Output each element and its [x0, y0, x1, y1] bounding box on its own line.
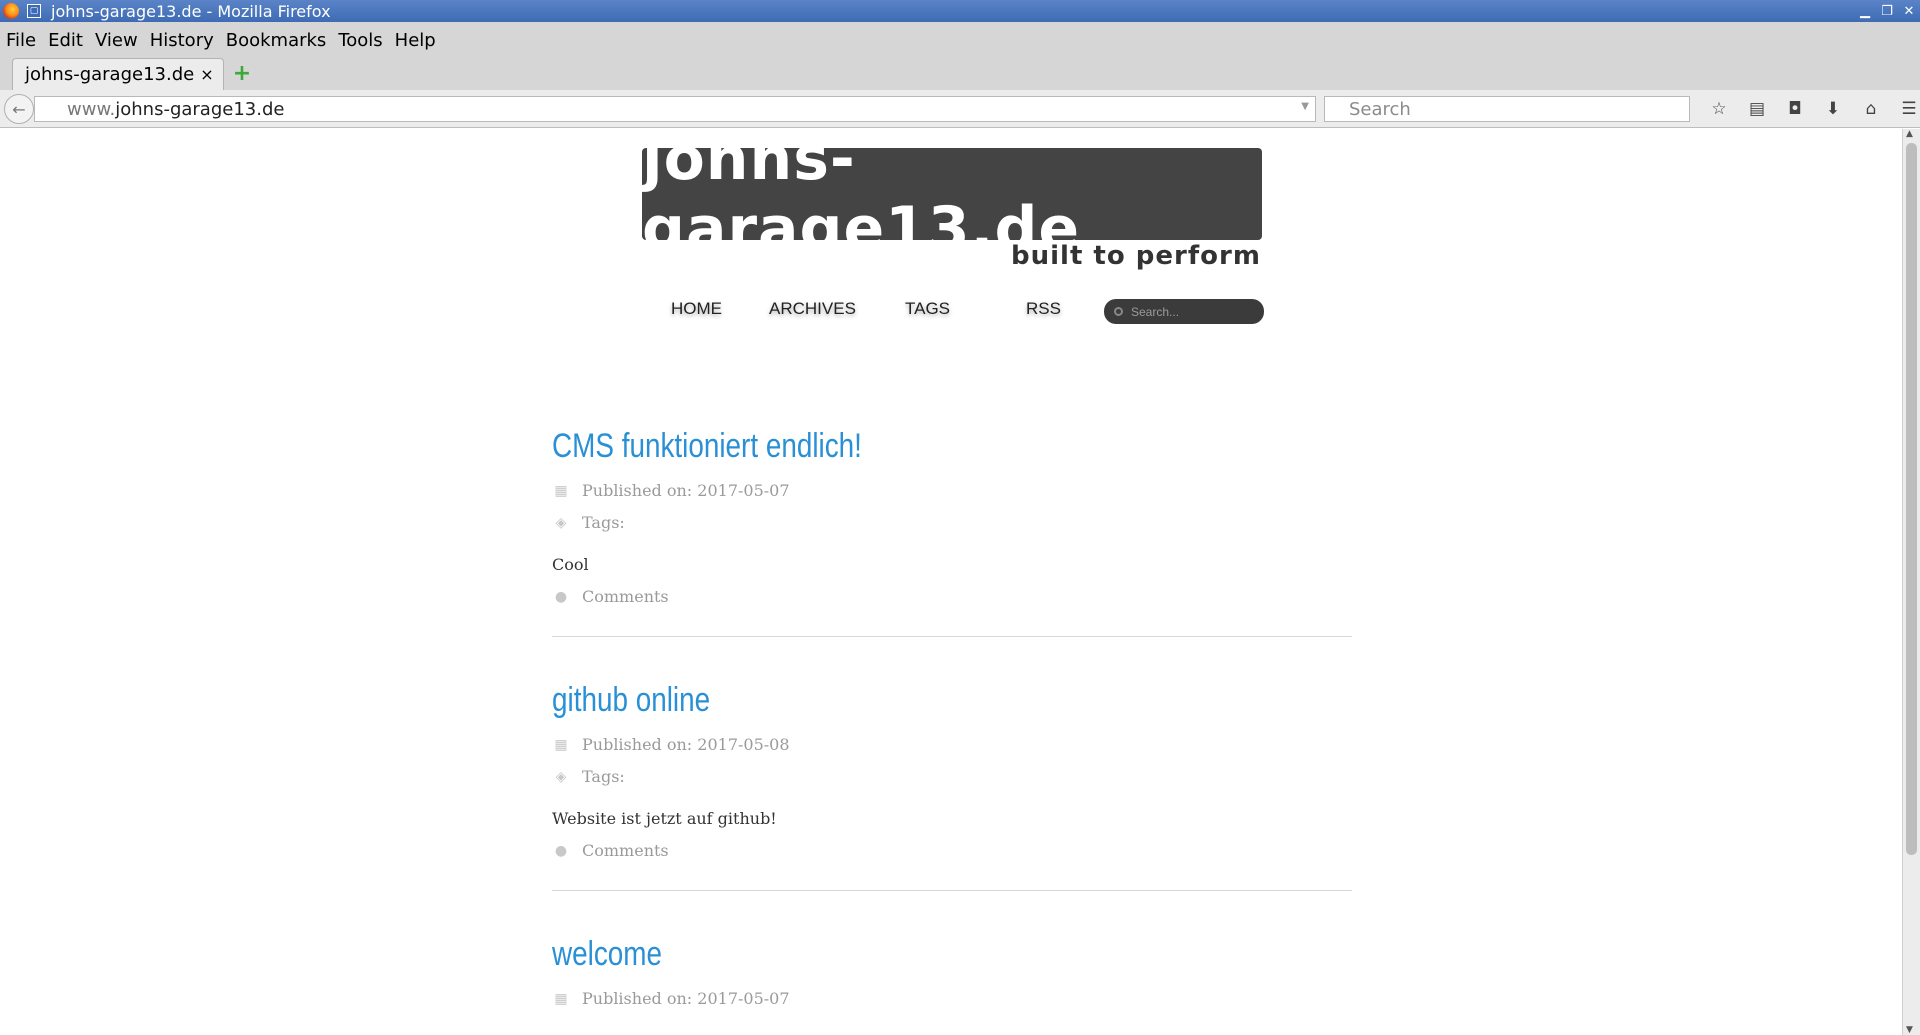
browser-search-bar[interactable]: Search [1324, 96, 1690, 122]
post-tags: ◈ Tags: [552, 767, 625, 786]
published-text: Published on: 2017-05-07 [582, 481, 790, 500]
site-tagline: built to perform [1011, 241, 1261, 271]
tab-strip: johns-garage13.de × + [0, 58, 1920, 90]
tags-text: Tags: [582, 513, 625, 532]
close-icon[interactable]: ✕ [1900, 2, 1918, 20]
post-tags: ◈ Tags: [552, 513, 625, 532]
window-controls: ▁ ❐ ✕ [1856, 2, 1918, 20]
post-title[interactable]: welcome [552, 935, 1208, 974]
window-titlebar: ▢ johns-garage13.de - Mozilla Firefox ▁ … [0, 0, 1920, 22]
download-icon[interactable]: ⬇ [1814, 96, 1852, 122]
menu-history[interactable]: History [150, 30, 214, 51]
nav-bar: ← www.johns-garage13.de ▼ Search ☆ ▤ ◘ ⬇… [0, 90, 1920, 128]
tags-text: Tags: [582, 767, 625, 786]
published-text: Published on: 2017-05-08 [582, 735, 790, 754]
scroll-up-icon[interactable]: ▲ [1906, 129, 1913, 139]
post-divider [552, 636, 1352, 637]
calendar-icon: ▦ [554, 736, 568, 753]
comments-link[interactable]: Comments [582, 587, 669, 606]
tab-label: johns-garage13.de [25, 64, 195, 85]
menu-bookmarks[interactable]: Bookmarks [226, 30, 327, 51]
back-button[interactable]: ← [4, 94, 34, 124]
site-logo[interactable]: johns-garage13.de [642, 129, 1262, 264]
scroll-down-icon[interactable]: ▼ [1906, 1025, 1913, 1035]
post-published: ▦ Published on: 2017-05-07 [552, 989, 790, 1008]
post-title[interactable]: github online [552, 681, 1208, 720]
pocket-icon[interactable]: ◘ [1776, 96, 1814, 122]
back-arrow-icon: ← [12, 99, 26, 119]
search-icon [1114, 307, 1123, 316]
post-1: CMS funktioniert endlich! ▦ Published on… [552, 427, 1352, 637]
post-title[interactable]: CMS funktioniert endlich! [552, 427, 1208, 466]
url-prefix: www. [67, 98, 116, 120]
hamburger-menu-icon[interactable]: ☰ [1890, 96, 1920, 122]
tags-icon: ◈ [555, 514, 567, 531]
calendar-icon: ▦ [554, 482, 568, 499]
url-bar[interactable]: www.johns-garage13.de ▼ [34, 96, 1316, 122]
post-comments[interactable]: ● Comments [552, 841, 669, 860]
page-scrollbar[interactable]: ▲ ▼ [1902, 129, 1920, 1035]
nav-rss[interactable]: RSS [1026, 299, 1061, 319]
post-body: Cool [552, 555, 589, 574]
site-search-input[interactable]: Search... [1104, 299, 1264, 324]
menu-tools[interactable]: Tools [338, 30, 382, 51]
calendar-icon: ▦ [554, 990, 568, 1007]
tab-active[interactable]: johns-garage13.de × [12, 58, 224, 90]
firefox-icon [3, 3, 19, 19]
window-menu-icon[interactable]: ▢ [27, 4, 41, 18]
window-title: johns-garage13.de - Mozilla Firefox [51, 1, 331, 21]
post-body: Website ist jetzt auf github! [552, 809, 777, 828]
published-text: Published on: 2017-05-07 [582, 989, 790, 1008]
new-tab-icon[interactable]: + [232, 63, 252, 85]
comment-icon: ● [554, 842, 568, 859]
scrollbar-thumb[interactable] [1906, 143, 1917, 855]
post-comments[interactable]: ● Comments [552, 587, 669, 606]
page-viewport: johns-garage13.de built to perform HOME … [0, 129, 1902, 1035]
restore-icon[interactable]: ❐ [1878, 2, 1896, 20]
home-icon[interactable]: ⌂ [1852, 96, 1890, 122]
url-text: www.johns-garage13.de [67, 99, 284, 120]
url-dropdown-icon[interactable]: ▼ [1301, 101, 1309, 112]
menu-view[interactable]: View [95, 30, 138, 51]
menu-help[interactable]: Help [395, 30, 436, 51]
menu-bar: File Edit View History Bookmarks Tools H… [0, 22, 1920, 58]
post-published: ▦ Published on: 2017-05-08 [552, 735, 790, 754]
menu-file[interactable]: File [6, 30, 36, 51]
nav-home[interactable]: HOME [671, 299, 722, 319]
reading-list-icon[interactable]: ▤ [1738, 96, 1776, 122]
nav-tags[interactable]: TAGS [905, 299, 950, 319]
tab-close-icon[interactable]: × [197, 65, 217, 84]
comments-link[interactable]: Comments [582, 841, 669, 860]
menu-edit[interactable]: Edit [48, 30, 83, 51]
nav-archives[interactable]: ARCHIVES [769, 299, 856, 319]
post-published: ▦ Published on: 2017-05-07 [552, 481, 790, 500]
post-2: github online ▦ Published on: 2017-05-08… [552, 681, 1352, 891]
bookmark-star-icon[interactable]: ☆ [1700, 96, 1738, 122]
post-3: welcome ▦ Published on: 2017-05-07 [552, 935, 1352, 1008]
comment-icon: ● [554, 588, 568, 605]
post-divider [552, 890, 1352, 891]
site-nav: HOME ARCHIVES TAGS RSS [0, 295, 1902, 325]
minimize-icon[interactable]: ▁ [1856, 2, 1874, 20]
url-domain: johns-garage13.de [115, 98, 285, 120]
tags-icon: ◈ [555, 768, 567, 785]
browser-search-placeholder: Search [1349, 98, 1411, 120]
site-search-placeholder: Search... [1131, 304, 1180, 319]
toolbar-icons: ☆ ▤ ◘ ⬇ ⌂ ☰ [1700, 96, 1920, 122]
